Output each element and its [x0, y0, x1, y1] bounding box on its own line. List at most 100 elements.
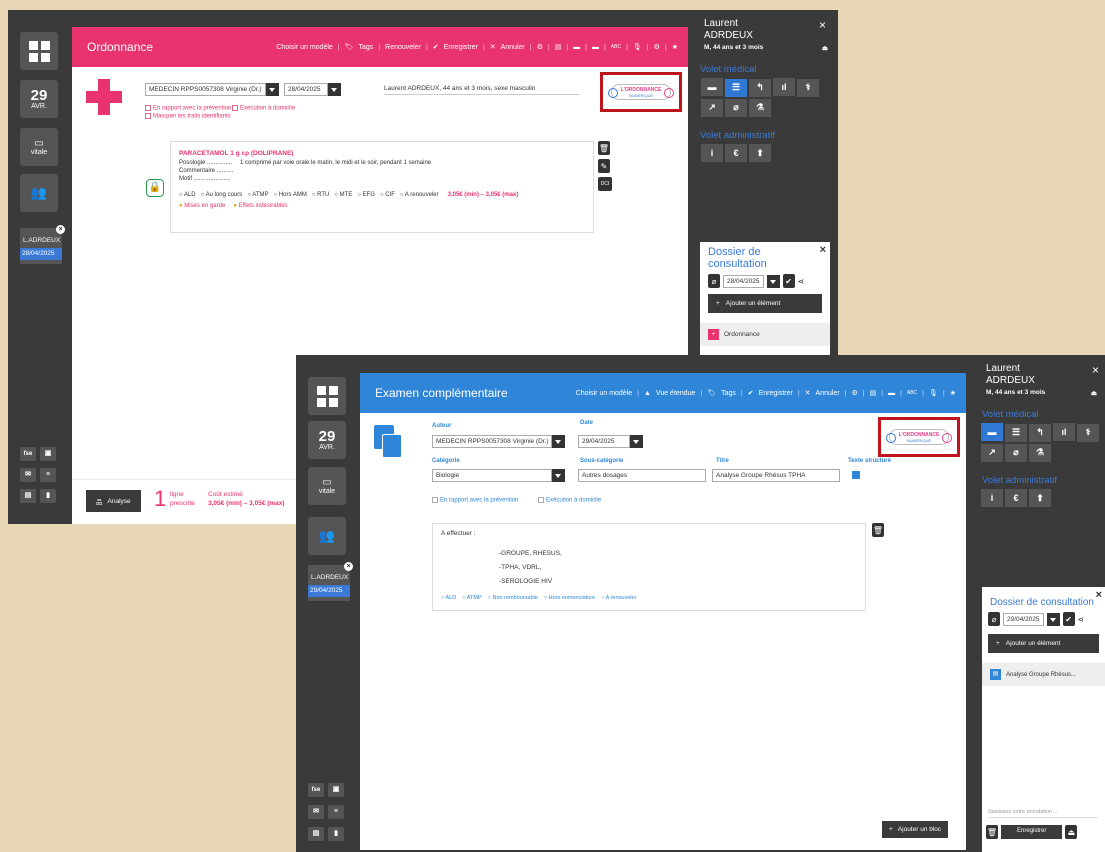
close-icon[interactable]: × — [1092, 363, 1099, 377]
delete-icon[interactable]: 🗑 — [598, 141, 610, 155]
radio-renouveler[interactable]: ○ A renouveler — [400, 192, 439, 198]
delete-icon[interactable]: 🗑 — [986, 825, 998, 839]
calculator-icon[interactable]: ▤ — [308, 827, 324, 841]
auteur-select[interactable]: MEDECIN RPPS0057308 Virginie (Dr.) — [432, 435, 565, 448]
document-icon[interactable]: ▬ — [701, 78, 723, 96]
calculator-icon[interactable]: ▤ — [20, 489, 36, 503]
radio-cif[interactable]: ○ CIF — [380, 192, 395, 198]
edit-icon[interactable]: ✎ — [598, 159, 610, 173]
titre-input[interactable]: Analyse Groupe Rhésus TPHA — [712, 469, 840, 482]
date-select[interactable]: 28/04/2025 — [284, 83, 341, 96]
doc-button[interactable]: ▣ — [40, 447, 56, 461]
patient-folder-tab[interactable]: × L.ADRDEUX 28/04/2025 — [20, 225, 65, 264]
dossier-item-analyse[interactable]: ▤ Analyse Groupe Rhésus... — [982, 663, 1105, 686]
document-icon[interactable]: ▤ — [555, 43, 562, 51]
fse-button[interactable]: fse — [308, 783, 324, 797]
doctor-select[interactable]: MEDECIN RPPS0057308 Virginie (Dr.) — [145, 83, 279, 96]
euro-icon[interactable]: € — [1005, 488, 1027, 507]
wrench-icon[interactable]: ↗ — [981, 443, 1003, 462]
eject-icon[interactable]: ⏏ — [1091, 389, 1097, 397]
save-annotation-button[interactable]: Enregistrer — [1001, 825, 1063, 839]
info-icon[interactable]: i — [981, 488, 1003, 507]
vitale-button[interactable]: ▭ vitale — [308, 467, 346, 505]
flask-icon[interactable]: ⚗ — [749, 98, 771, 117]
fse-button[interactable]: fse — [20, 447, 36, 461]
pills-icon[interactable]: ⚕ — [797, 78, 819, 97]
share-icon[interactable]: ⋖ — [798, 277, 805, 286]
share-icon[interactable]: ⋖ — [1078, 615, 1085, 624]
radio-long-cours[interactable]: ○ Au long cours — [201, 192, 243, 198]
list-icon[interactable]: ≡ — [40, 468, 56, 482]
printer-icon[interactable]: ▬ — [573, 44, 580, 51]
chevron-down-icon[interactable] — [766, 274, 780, 288]
pills-icon[interactable]: ⚕ — [1077, 423, 1099, 442]
dossier-date[interactable]: 29/04/2025 — [1003, 612, 1044, 626]
delete-icon[interactable]: 🗑 — [872, 523, 884, 537]
cancel-button[interactable]: Annuler — [816, 390, 840, 397]
list-icon[interactable]: ☰ — [1005, 423, 1027, 442]
radio-hors-nomenclature[interactable]: ○ Hors nomenclature — [544, 595, 595, 601]
chevron-down-icon[interactable] — [1046, 612, 1060, 626]
check-icon[interactable]: ✔ — [782, 274, 795, 288]
commentaire-field[interactable]: Commentaire .......... — [179, 168, 585, 174]
reply-icon[interactable]: ↰ — [749, 78, 771, 97]
opt-prevention[interactable]: En rapport avec la prévention — [145, 105, 231, 112]
eject-icon[interactable]: ⏏ — [822, 44, 828, 52]
categorie-select[interactable]: Biologie — [432, 469, 565, 482]
printer-icon[interactable]: ▬ — [888, 390, 895, 397]
dci-button[interactable]: DCI — [598, 177, 612, 191]
close-icon[interactable]: × — [820, 244, 826, 256]
upload-icon[interactable]: ⬆ — [749, 144, 771, 162]
extended-view-button[interactable]: Vue étendue — [656, 390, 695, 397]
close-icon[interactable]: × — [344, 562, 353, 571]
close-icon[interactable]: × — [56, 225, 65, 234]
radio-hors-amm[interactable]: ○ Hors AMM — [274, 192, 307, 198]
annotation-input[interactable]: Saisissez votre annotation ... — [988, 809, 1098, 818]
reply-icon[interactable]: ↰ — [1029, 423, 1051, 442]
attachment-icon[interactable]: ⌀ — [988, 612, 1000, 626]
dossier-item-ordonnance[interactable]: + Ordonnance — [700, 323, 830, 346]
chart-icon[interactable]: ıl — [1053, 423, 1075, 441]
star-icon[interactable]: ★ — [950, 389, 956, 397]
apps-grid-button[interactable] — [308, 377, 346, 415]
check-icon[interactable]: ✔ — [1062, 612, 1075, 626]
lock-icon[interactable]: 🔒 — [146, 179, 164, 197]
attachment-icon[interactable]: ⌀ — [708, 274, 720, 288]
patients-button[interactable]: 👥 — [20, 174, 58, 212]
renew-button[interactable]: Renouveler — [385, 44, 421, 51]
mail-icon[interactable]: ✉ — [20, 468, 36, 482]
attachment-icon[interactable]: ⌀ — [725, 98, 747, 117]
list-icon[interactable]: ≡ — [328, 805, 344, 819]
add-element-button[interactable]: + Ajouter un élément — [708, 294, 822, 313]
patients-button[interactable]: 👥 — [308, 517, 346, 555]
star-icon[interactable]: ★ — [672, 43, 678, 51]
vitale-button[interactable]: ▭ vitale — [20, 128, 58, 166]
analyse-button[interactable]: 品 Analyse — [86, 490, 141, 512]
drug-name[interactable]: PARACETAMOL 1 g cp (DOLIPRANE) — [179, 150, 585, 157]
date-select[interactable]: 29/04/2025 — [578, 435, 643, 448]
list-icon[interactable]: ☰ — [725, 78, 747, 97]
document-icon[interactable]: ▤ — [870, 389, 877, 397]
dossier-date[interactable]: 28/04/2025 — [723, 274, 764, 288]
radio-ald[interactable]: ○ ALD — [179, 192, 196, 198]
save-button[interactable]: Enregistrer — [759, 390, 793, 397]
add-element-button[interactable]: + Ajouter un élément — [988, 634, 1099, 653]
settings-icon[interactable]: ⚙ — [537, 43, 543, 51]
microphone-icon[interactable]: 🎙 — [633, 43, 642, 51]
radio-renouveler[interactable]: ○ A renouveler — [601, 595, 636, 601]
motif-field[interactable]: Motif ...................... — [179, 176, 585, 182]
info-icon[interactable]: i — [701, 143, 723, 162]
printer-x2-icon[interactable]: ▬ — [592, 44, 599, 51]
choose-model-button[interactable]: Choisir un modèle — [276, 44, 332, 51]
patient-folder-tab[interactable]: × L.ADRDEUX 29/04/2025 — [308, 562, 353, 601]
upload-icon[interactable]: ⬆ — [1029, 489, 1051, 507]
eject-icon[interactable]: ⏏ — [1065, 825, 1078, 839]
calendar-button[interactable]: 29 AVR. — [20, 80, 58, 118]
document-icon[interactable]: ▬ — [981, 423, 1003, 441]
radio-atmp[interactable]: ○ ATMP — [247, 192, 268, 198]
add-block-button[interactable]: + Ajouter un bloc — [882, 821, 949, 838]
apps-grid-button[interactable] — [20, 32, 58, 70]
radio-ald[interactable]: ○ ALD — [441, 595, 456, 601]
close-icon[interactable]: × — [819, 18, 826, 32]
save-button[interactable]: Enregistrer — [444, 44, 478, 51]
